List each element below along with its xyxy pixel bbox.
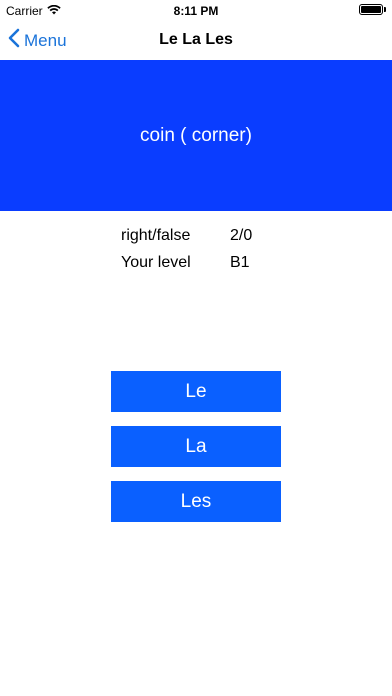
answer-la-button[interactable]: La: [111, 426, 281, 467]
score-label: right/false: [121, 226, 191, 244]
navigation-bar: Menu Le La Les: [0, 22, 392, 60]
answer-le-button[interactable]: Le: [111, 371, 281, 412]
score-row: right/false 2/0: [121, 222, 281, 249]
level-row: Your level B1: [121, 249, 281, 276]
word-banner: coin ( corner): [0, 60, 392, 211]
answer-options: Le La Les: [111, 371, 281, 536]
answer-les-button[interactable]: Les: [111, 481, 281, 522]
stats-panel: right/false 2/0 Your level B1: [121, 222, 281, 276]
battery-icon: [359, 4, 386, 15]
status-time: 8:11 PM: [173, 4, 219, 18]
level-label: Your level: [121, 253, 191, 271]
score-value: 2/0: [230, 226, 253, 244]
level-value: B1: [230, 253, 250, 271]
status-bar: Carrier 8:11 PM: [0, 0, 392, 22]
page-title: Le La Les: [159, 31, 233, 48]
word-text: coin ( corner): [140, 124, 252, 146]
